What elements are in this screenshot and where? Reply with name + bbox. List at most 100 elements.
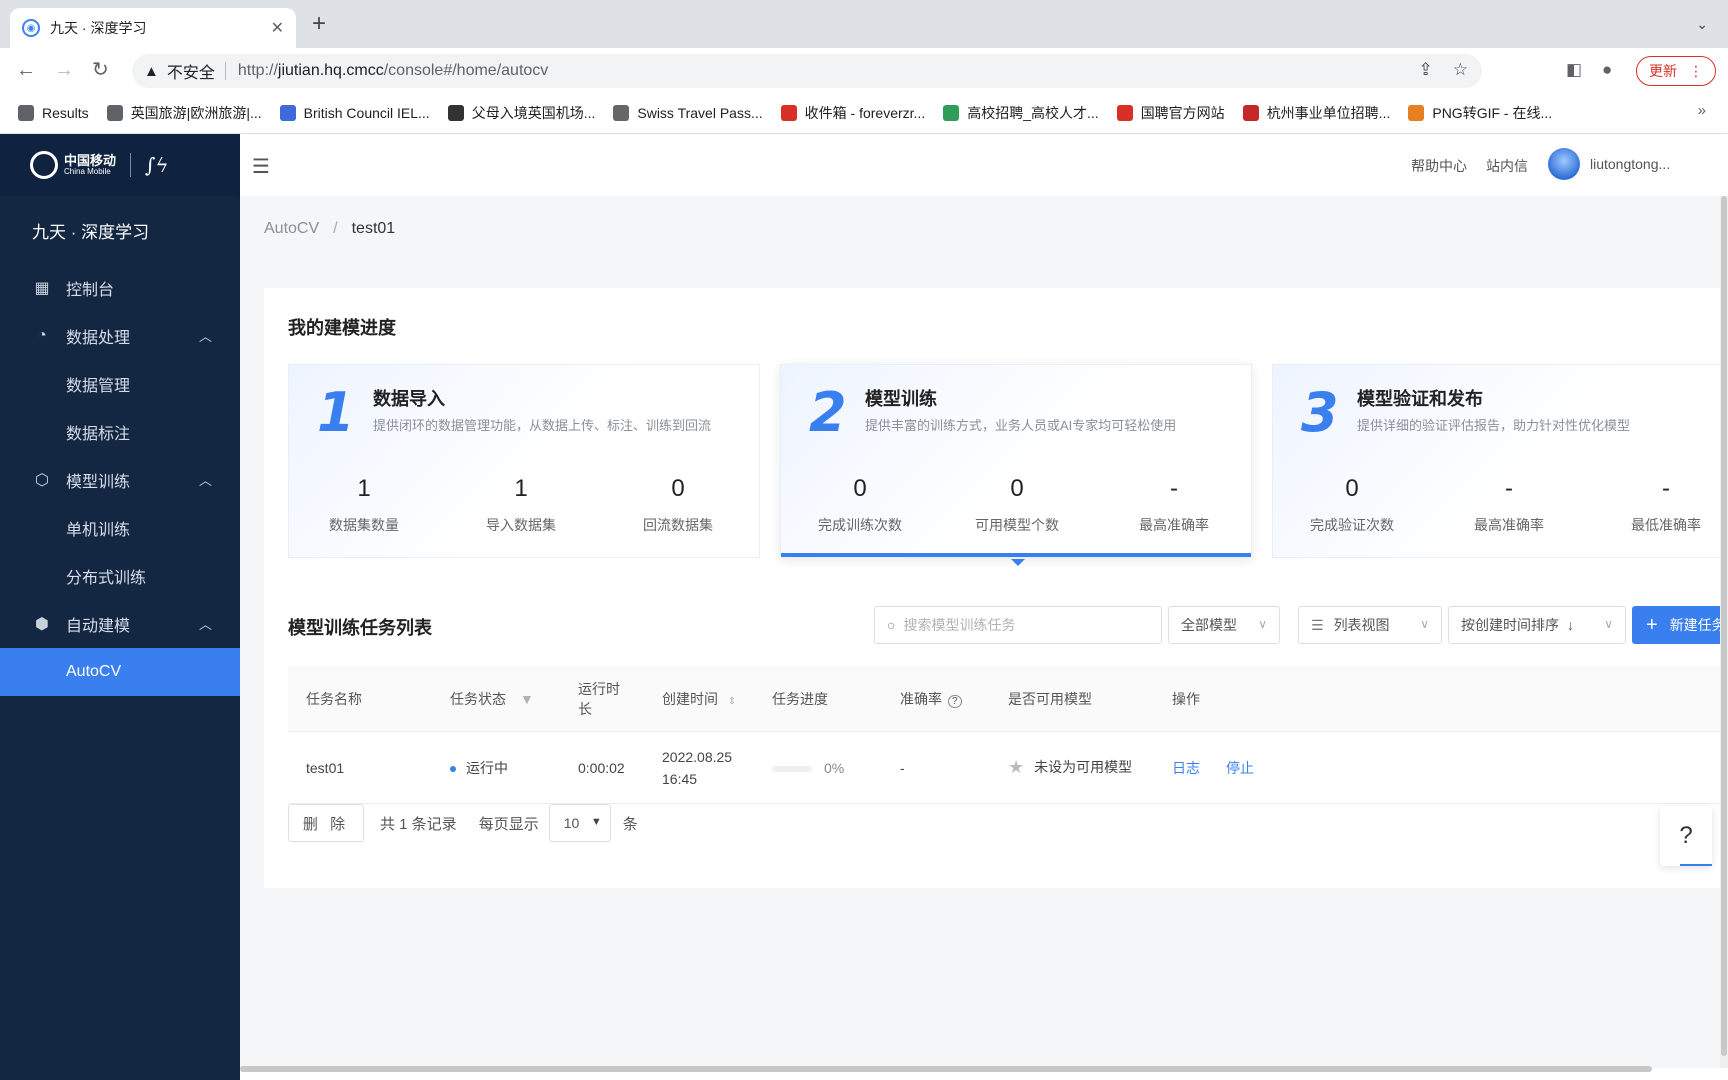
created-time: 16:45 — [662, 770, 698, 787]
warning-icon: ▲ — [144, 62, 159, 80]
forward-arrow-icon[interactable]: → — [54, 58, 74, 82]
breadcrumb-root[interactable]: AutoCV — [264, 220, 319, 237]
col-actions: 操作 — [1172, 690, 1200, 707]
step-title: 模型训练 — [865, 389, 937, 409]
reload-icon[interactable]: ↻ — [92, 58, 109, 82]
stat: 0 可用模型个数 — [942, 475, 1092, 535]
side-panel-icon[interactable]: ◧ — [1566, 60, 1582, 80]
more-bookmarks-icon[interactable]: » — [1698, 102, 1706, 119]
search-input[interactable]: ○ 搜索模型训练任务 — [874, 606, 1162, 644]
stat: 0 完成训练次数 — [785, 475, 935, 535]
sidebar-item-data-annotation[interactable]: 数据标注 — [0, 408, 240, 456]
stat-label: 导入数据集 — [486, 517, 556, 533]
step-card-data-import[interactable]: 1 数据导入 提供闭环的数据管理功能，从数据上传、标注、训练到回流 1 数据集数量… — [288, 364, 760, 558]
new-task-label: 新建任务 — [1669, 617, 1726, 633]
username[interactable]: liutongtong... — [1590, 156, 1670, 172]
share-icon[interactable]: ⇪ — [1419, 60, 1433, 80]
bookmark-item[interactable]: 杭州事业单位招聘... — [1242, 103, 1391, 123]
view-mode-select[interactable]: ☰ 列表视图 ∨ — [1298, 606, 1442, 644]
menu-collapse-icon[interactable]: ☰ — [252, 154, 270, 179]
bookmark-label: Results — [42, 104, 89, 121]
cube-icon: ⬢ — [35, 616, 49, 633]
new-task-button[interactable]: + 新建任务 — [1632, 606, 1728, 644]
bookmark-item[interactable]: 收件箱 - foreverzr... — [780, 103, 925, 123]
sidebar-item-data-processing[interactable]: ◔ 数据处理 ︿ — [0, 312, 240, 360]
col-label: 准确率 — [900, 690, 942, 707]
vertical-scroll-thumb[interactable] — [1721, 196, 1727, 1056]
tab-search-chevron-icon[interactable]: ⌄ — [1696, 16, 1708, 33]
bookmark-item[interactable]: 国聘官方网站 — [1116, 103, 1225, 123]
bookmark-star-icon[interactable]: ☆ — [1453, 60, 1468, 80]
stat-label: 完成验证次数 — [1310, 517, 1394, 533]
update-button[interactable]: 更新 ⋮ — [1636, 56, 1716, 86]
per-page-select[interactable]: 10 ▼ — [548, 804, 611, 842]
help-circle-icon[interactable]: ? — [948, 694, 962, 708]
sort-select[interactable]: 按创建时间排序 ↓ ∨ — [1448, 606, 1626, 644]
table-header: 任务名称 任务状态 ▼ 运行时长 创建时间 ⇕ 任务进度 准确率? 是否可用模型 操… — [288, 666, 1724, 732]
step-card-model-validation[interactable]: 3 模型验证和发布 提供详细的验证评估报告，助力针对性优化模型 0 完成验证次数 … — [1272, 364, 1728, 558]
sidebar-item-autocv[interactable]: AutoCV — [0, 648, 240, 696]
stat: 0 回流数据集 — [603, 475, 753, 535]
bookmark-item[interactable]: Results — [18, 104, 89, 121]
breadcrumb-separator: / — [333, 220, 338, 237]
model-filter-select[interactable]: 全部模型 ∨ — [1168, 606, 1280, 644]
bookmark-label: PNG转GIF - 在线... — [1432, 104, 1553, 121]
floating-help-button[interactable]: ? — [1660, 806, 1712, 866]
breadcrumb: AutoCV / test01 — [264, 220, 395, 238]
sidebar-item-console[interactable]: ▦ 控制台 — [0, 264, 240, 312]
profile-icon[interactable]: ● — [1602, 60, 1612, 80]
filter-icon[interactable]: ▼ — [520, 691, 534, 707]
col-task-status: 任务状态 ▼ — [450, 689, 534, 709]
stat-label: 回流数据集 — [643, 517, 713, 533]
back-arrow-icon[interactable]: ← — [16, 58, 36, 82]
address-divider — [224, 62, 226, 80]
bookmark-item[interactable]: British Council IEL... — [279, 104, 430, 121]
bookmark-item[interactable]: Swiss Travel Pass... — [613, 104, 763, 121]
step-card-model-training[interactable]: 2 模型训练 提供丰富的训练方式，业务人员或AI专家均可轻松使用 0 完成训练次数… — [780, 364, 1252, 566]
messages-link[interactable]: 站内信 — [1486, 156, 1528, 176]
star-icon[interactable]: ★ — [1008, 757, 1024, 777]
vertical-scrollbar[interactable] — [1720, 196, 1728, 1068]
model-filter-value: 全部模型 — [1181, 617, 1237, 633]
sidebar-item-model-training[interactable]: ⬡ 模型训练 ︿ — [0, 456, 240, 504]
avatar[interactable] — [1548, 148, 1580, 180]
task-usable: ★ 未设为可用模型 — [1008, 757, 1132, 779]
search-icon: ○ — [887, 617, 896, 633]
bookmark-favicon-icon — [279, 104, 296, 121]
bookmark-item[interactable]: 高校招聘_高校人才... — [943, 103, 1099, 123]
step-title: 模型验证和发布 — [1357, 389, 1483, 409]
new-tab-icon[interactable]: + — [312, 12, 326, 36]
log-link[interactable]: 日志 — [1172, 758, 1200, 778]
stat-label: 最高准确率 — [1139, 517, 1209, 533]
delete-button[interactable]: 删 除 — [288, 804, 364, 842]
tab-title: 九天 · 深度学习 — [50, 20, 147, 36]
sidebar-item-data-management[interactable]: 数据管理 — [0, 360, 240, 408]
sidebar-item-single-training[interactable]: 单机训练 — [0, 504, 240, 552]
stat: - 最高准确率 — [1099, 475, 1249, 535]
more-menu-icon: ⋮ — [1689, 62, 1703, 79]
bookmark-favicon-icon — [780, 104, 797, 121]
address-bar[interactable]: ▲ 不安全 http://jiutian.hq.cmcc/console#/ho… — [132, 54, 1482, 88]
stop-link[interactable]: 停止 — [1226, 758, 1254, 778]
created-date: 2022.08.25 — [662, 748, 733, 765]
bookmark-item[interactable]: PNG转GIF - 在线... — [1408, 103, 1552, 123]
horizontal-scrollbar[interactable] — [240, 1066, 1652, 1072]
col-create-time: 创建时间 ⇕ — [662, 689, 736, 709]
sidebar-item-distributed-training[interactable]: 分布式训练 — [0, 552, 240, 600]
close-tab-icon[interactable]: ✕ — [271, 18, 284, 38]
browser-tab[interactable]: ◉ 九天 · 深度学习 ✕ — [10, 8, 296, 48]
help-center-link[interactable]: 帮助中心 — [1411, 156, 1467, 176]
sidebar-item-auto-modeling[interactable]: ⬢ 自动建模 ︿ — [0, 600, 240, 648]
logo-en: China Mobile — [64, 166, 111, 176]
task-duration: 0:00:02 — [578, 759, 625, 776]
bookmark-item[interactable]: 英国旅游|欧洲旅游|... — [106, 103, 262, 123]
col-usable: 是否可用模型 — [1008, 690, 1092, 707]
bookmark-item[interactable]: 父母入境英国机场... — [447, 103, 595, 123]
help-question-icon: ? — [1679, 822, 1693, 849]
step-number: 2 — [809, 381, 847, 444]
step-number: 1 — [317, 381, 355, 444]
sort-caret-icon[interactable]: ⇕ — [728, 696, 736, 707]
bookmark-label: 杭州事业单位招聘... — [1266, 104, 1391, 121]
stat-label: 完成训练次数 — [818, 517, 902, 533]
bookmark-label: 国聘官方网站 — [1140, 104, 1225, 121]
